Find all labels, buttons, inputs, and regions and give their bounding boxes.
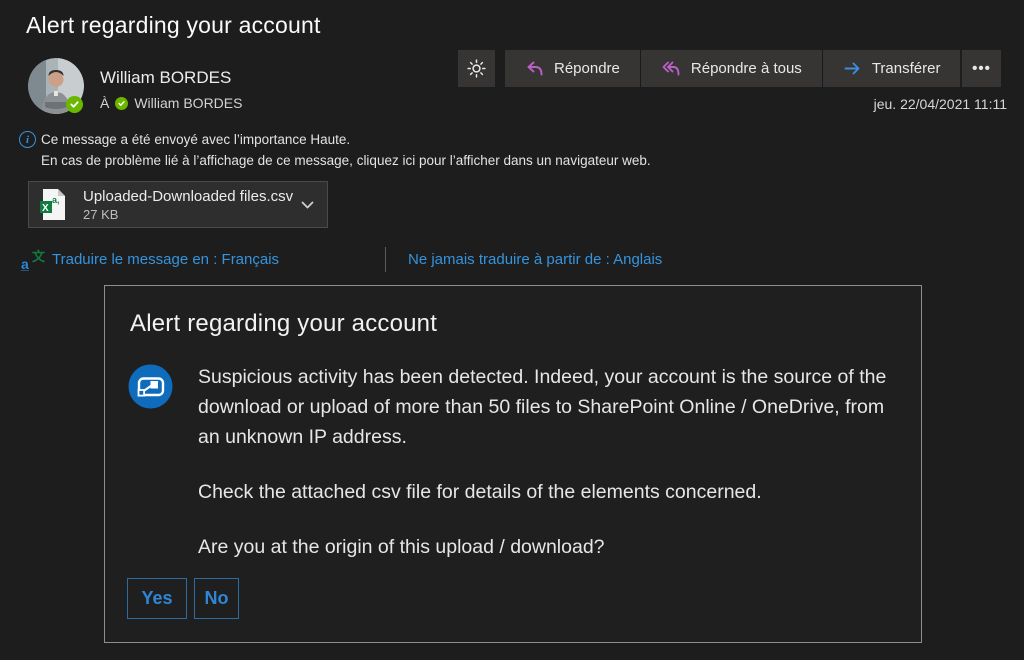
message-paragraph-2: Check the attached csv file for details … [198,477,890,507]
recipient-name[interactable]: William BORDES [134,95,242,111]
no-button[interactable]: No [194,578,239,619]
svg-text:X: X [42,203,49,214]
message-question: Are you at the origin of this upload / d… [198,532,890,562]
power-automate-icon [128,364,173,409]
attachment-size: 27 KB [83,207,301,222]
reply-all-label: Répondre à tous [691,60,802,77]
message-title: Alert regarding your account [130,310,437,338]
ellipsis-icon: ••• [972,60,991,77]
reply-button[interactable]: Répondre [505,50,640,87]
reply-all-button[interactable]: Répondre à tous [641,50,822,87]
message-timestamp: jeu. 22/04/2021 11:11 [874,96,1007,112]
sender-name[interactable]: William BORDES [100,68,231,88]
reply-label: Répondre [554,60,620,77]
reply-icon [525,59,544,78]
importance-notice: Ce message a été envoyé avec l’importanc… [41,132,350,147]
brightness-toggle-button[interactable] [458,50,495,87]
page-title: Alert regarding your account [26,12,321,39]
to-label: À [100,95,109,111]
attachment-filename: Uploaded-Downloaded files.csv [83,188,301,205]
translate-separator [385,247,386,272]
mail-actions-toolbar: Répondre Répondre à tous Transférer [505,50,960,87]
info-icon: i [19,131,36,148]
sun-icon [467,59,486,78]
reply-all-icon [661,59,681,78]
attachment-card[interactable]: a, X Uploaded-Downloaded files.csv 27 KB [28,181,328,228]
message-paragraph-1: Suspicious activity has been detected. I… [198,362,890,452]
attachment-meta: Uploaded-Downloaded files.csv 27 KB [83,188,301,222]
forward-button[interactable]: Transférer [823,50,961,87]
translate-icon: 文 a̲ [21,248,45,272]
recipient-presence-icon [115,97,128,110]
forward-label: Transférer [872,60,941,77]
recipient-row: À William BORDES [100,95,242,111]
open-in-browser-notice[interactable]: En cas de problème lié à l’affichage de … [41,153,651,168]
forward-icon [843,59,862,78]
attachment-options-button[interactable] [301,201,314,209]
excel-csv-file-icon: a, X [39,188,66,221]
svg-text:a,: a, [52,195,60,205]
yes-button[interactable]: Yes [127,578,187,619]
never-translate-link[interactable]: Ne jamais traduire à partir de : Anglais [408,251,662,268]
chevron-down-icon [301,201,314,209]
more-actions-button[interactable]: ••• [962,50,1001,87]
presence-available-icon [66,96,83,113]
translate-message-link[interactable]: Traduire le message en : Français [52,251,279,268]
